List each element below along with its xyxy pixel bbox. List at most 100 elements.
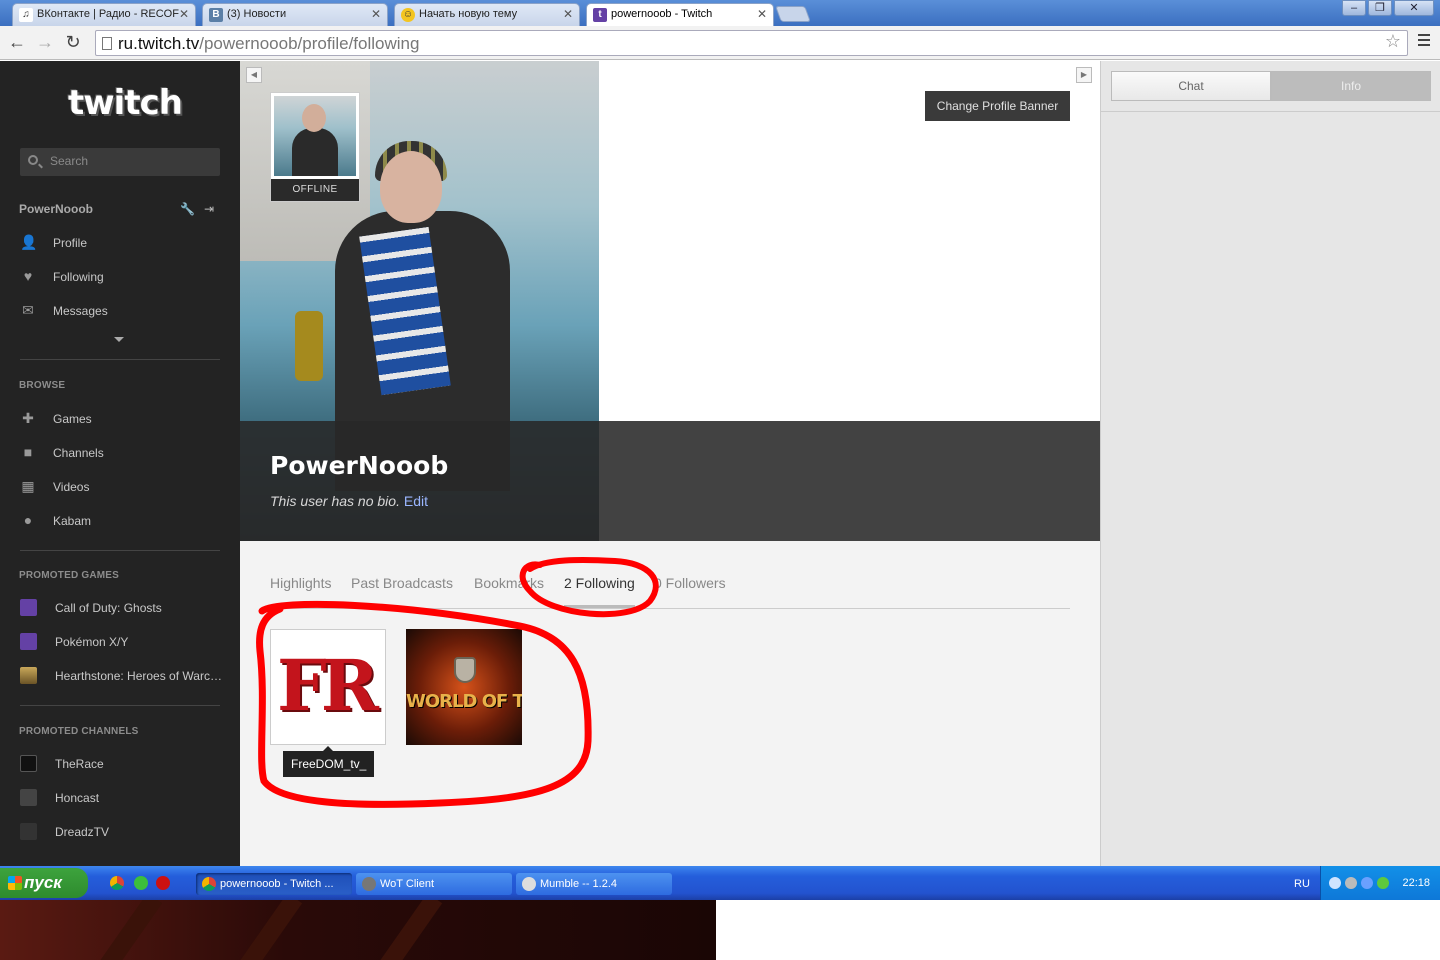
status-badge: OFFLINE [271, 179, 359, 201]
tab-following[interactable]: 2 Following [564, 575, 635, 608]
promoted-channels-header: PROMOTED CHANNELS [19, 726, 139, 737]
promoted-game-label: Pokémon X/Y [55, 635, 129, 649]
reload-icon[interactable]: ↻ [62, 32, 84, 53]
taskbar-item-mumble[interactable]: Mumble -- 1.2.4 [516, 873, 672, 895]
address-toolbar: ← → ↻ ru.twitch.tv/powernooob/profile/fo… [0, 26, 1440, 60]
banner-prev-arrow-icon[interactable]: ◀ [246, 67, 262, 83]
divider [20, 550, 220, 551]
close-tab-icon[interactable]: ✕ [179, 4, 189, 25]
task-label: powernooob - Twitch ... [220, 878, 334, 890]
profile-content: Highlights Past Broadcasts Bookmarks 2 F… [240, 541, 1100, 866]
wrench-icon[interactable]: 🔧 [180, 202, 195, 216]
tab-past-broadcasts[interactable]: Past Broadcasts [351, 575, 453, 591]
music-note-icon: ♫ [19, 8, 33, 22]
close-tab-icon[interactable]: ✕ [563, 4, 573, 25]
following-game-world-of-tanks[interactable]: WORLD OF TANKS [406, 629, 522, 745]
heart-icon: ♥ [23, 268, 33, 284]
url-bar[interactable]: ru.twitch.tv/powernooob/profile/followin… [95, 30, 1408, 56]
promoted-game-label: Call of Duty: Ghosts [55, 601, 162, 615]
windows-taskbar: пуск powernooob - Twitch ... WoT Client … [0, 866, 1440, 900]
bookmark-star-icon[interactable]: ☆ [1385, 31, 1401, 52]
restore-icon[interactable]: ❐ [1368, 0, 1392, 16]
wot-icon [362, 877, 376, 891]
browser-tab-vk-radio[interactable]: ♫ ВКонтакте | Радио - RECOF ✕ [12, 3, 196, 26]
icq-tray-icon[interactable] [1377, 877, 1389, 889]
browse-header: BROWSE [19, 380, 66, 391]
drive-tray-icon[interactable] [1345, 877, 1357, 889]
promoted-channel-label: Honcast [55, 791, 100, 805]
promoted-channel-label: TheRace [55, 757, 104, 771]
divider [20, 359, 220, 360]
change-profile-banner-button[interactable]: Change Profile Banner [925, 91, 1070, 121]
tab-title: (3) Новости [227, 8, 287, 20]
browser-tab-twitch[interactable]: t powernooob - Twitch ✕ [586, 3, 774, 27]
promoted-game-label: Hearthstone: Heroes of Warcraft [55, 669, 223, 683]
banner-next-arrow-icon[interactable]: ▶ [1076, 67, 1092, 83]
sidebar-item-label: Channels [53, 446, 104, 460]
opera-quicklaunch-icon[interactable] [156, 876, 170, 890]
window-controls: – ❐ ✕ [1342, 0, 1434, 16]
tab-highlights[interactable]: Highlights [270, 575, 331, 591]
url-text: ru.twitch.tv/powernooob/profile/followin… [118, 34, 420, 53]
page-icon [102, 37, 112, 50]
browser-tab-vk-news[interactable]: B (3) Новости ✕ [202, 3, 388, 26]
bio-text: This user has no bio. [270, 493, 400, 509]
sidebar-item-label: Kabam [53, 514, 92, 528]
chrome-menu-icon[interactable] [1418, 34, 1430, 49]
promoted-games-header: PROMOTED GAMES [19, 570, 120, 581]
taskbar-item-twitch[interactable]: powernooob - Twitch ... [196, 873, 352, 895]
logout-icon[interactable]: ⇥ [204, 202, 214, 216]
tab-info[interactable]: Info [1271, 71, 1431, 101]
browser-tab-new-topic[interactable]: ☺ Начать новую тему ✕ [394, 3, 580, 26]
profile-info-strip: PowerNooob This user has no bio. Edit [240, 421, 1100, 541]
profile-name: PowerNooob [270, 451, 449, 480]
icq-quicklaunch-icon[interactable] [134, 876, 148, 890]
tab-title: powernooob - Twitch [611, 8, 713, 20]
channel-name-tooltip: FreeDOM_tv_ [283, 746, 375, 777]
avatar-image [274, 96, 356, 176]
tab-title: ВКонтакте | Радио - RECOF [37, 8, 179, 20]
promoted-channel-label: DreadzTV [55, 825, 110, 839]
tab-followers[interactable]: 0 Followers [654, 575, 726, 591]
sidebar-item-label: Games [53, 412, 92, 426]
edit-bio-link[interactable]: Edit [404, 493, 428, 509]
sidebar-item-label: Messages [53, 304, 108, 318]
forward-arrow-icon[interactable]: → [34, 32, 56, 53]
search-input[interactable] [50, 154, 210, 168]
search-box[interactable] [20, 148, 220, 176]
taskbar-item-wot-client[interactable]: WoT Client [356, 873, 512, 895]
close-tab-icon[interactable]: ✕ [371, 4, 381, 25]
chrome-quicklaunch-icon[interactable] [110, 876, 124, 890]
avatar[interactable]: OFFLINE [270, 92, 360, 202]
tab-title: Начать новую тему [419, 8, 518, 20]
following-channel-freedom-tv[interactable]: FR [270, 629, 386, 745]
game-box-icon [20, 599, 37, 616]
back-tray-icon[interactable] [1329, 877, 1341, 889]
back-arrow-icon[interactable]: ← [6, 32, 28, 53]
start-button[interactable]: пуск [0, 868, 88, 898]
divider [20, 705, 220, 706]
network-tray-icon[interactable] [1361, 877, 1373, 889]
windows-logo-icon [8, 876, 22, 890]
minimize-icon[interactable]: – [1342, 0, 1366, 16]
system-tray: 22:18 [1320, 866, 1440, 900]
profile-banner: ◀ ▶ OFFLINE Change Profile Banner PowerN… [240, 61, 1100, 541]
twitch-logo[interactable]: twitch [68, 83, 183, 123]
sidebar-item-label: Videos [53, 480, 90, 494]
sidebar-item-label: Profile [53, 236, 88, 250]
close-tab-icon[interactable]: ✕ [757, 4, 767, 25]
chevron-down-icon[interactable] [114, 337, 124, 342]
start-label: пуск [24, 873, 62, 892]
kabam-icon: ● [23, 512, 33, 528]
background-photo-remnant [0, 900, 716, 960]
username-label[interactable]: PowerNooob [19, 202, 93, 216]
new-tab-button[interactable] [775, 6, 811, 22]
left-sidebar: twitch PowerNooob 🔧 ⇥ 👤 Profile ♥ Follow… [0, 61, 240, 866]
tab-chat[interactable]: Chat [1111, 71, 1271, 101]
freedom-logo: FR [277, 644, 379, 727]
channel-avatar [20, 823, 37, 840]
tab-bookmarks[interactable]: Bookmarks [474, 575, 544, 591]
close-window-icon[interactable]: ✕ [1394, 0, 1434, 16]
language-indicator[interactable]: RU [1294, 878, 1310, 890]
browser-tab-bar: ♫ ВКонтакте | Радио - RECOF ✕ B (3) Ново… [0, 0, 1440, 27]
